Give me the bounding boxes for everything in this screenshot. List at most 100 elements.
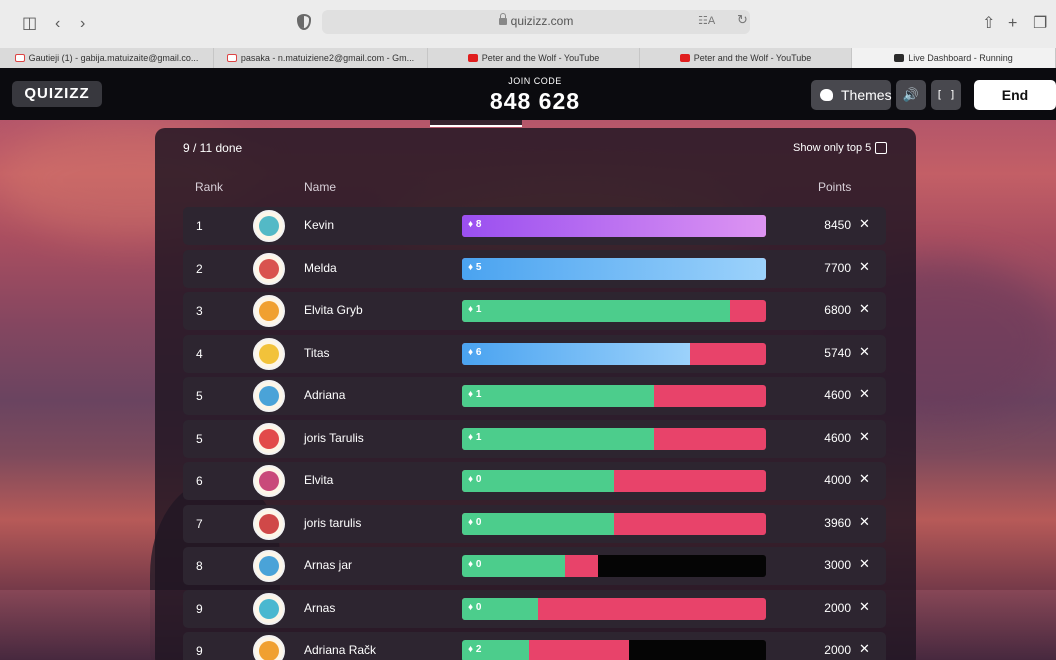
translate-icon[interactable]: ☷A (698, 14, 715, 27)
tab-live-dashboard[interactable]: Live Dashboard - Running (852, 48, 1056, 68)
tab-youtube-1[interactable]: Peter and the Wolf - YouTube (428, 48, 640, 68)
avatar-face (259, 514, 279, 534)
avatar (253, 423, 285, 455)
tab-overview-icon[interactable]: ❐ (1033, 14, 1047, 34)
avatar (253, 465, 285, 497)
tab-gmail-1[interactable]: Gautieji (1) - gabija.matuizaite@gmail.c… (0, 48, 214, 68)
avatar-face (259, 599, 279, 619)
points-header: Points (818, 180, 852, 194)
reload-icon[interactable]: ↻ (737, 12, 748, 28)
player-name: Elvita Gryb (304, 303, 363, 317)
player-name: Adriana Rač̌k (304, 643, 377, 657)
player-name: Adriana (304, 388, 346, 402)
points-value: 3960 (824, 516, 851, 530)
flame-icon: ♦ (468, 602, 476, 613)
leaderboard-row[interactable]: 1 Kevin ♦ 8 8450 ✕ (183, 207, 886, 245)
flame-icon: ♦ (468, 559, 476, 570)
points-value: 2000 (824, 643, 851, 657)
remove-player-icon[interactable]: ✕ (859, 259, 870, 275)
remove-player-icon[interactable]: ✕ (859, 599, 870, 615)
remove-player-icon[interactable]: ✕ (859, 386, 870, 402)
remove-player-icon[interactable]: ✕ (859, 556, 870, 572)
rank-value: 4 (196, 347, 203, 361)
points-value: 4600 (824, 431, 851, 445)
progress-bar: ♦ 6 (462, 343, 766, 365)
progress-bar: ♦ 1 (462, 300, 766, 322)
name-header: Name (304, 180, 337, 194)
avatar (253, 253, 285, 285)
new-tab-icon[interactable]: + (1008, 14, 1017, 34)
leaderboard-row[interactable]: 3 Elvita Gryb ♦ 1 6800 ✕ (183, 292, 886, 330)
sound-button[interactable]: 🔊 (896, 80, 926, 110)
streak-value: 0 (475, 474, 482, 485)
leaderboard-row[interactable]: 9 Adriana Rač̌k ♦ 2 2000 ✕ (183, 632, 886, 660)
avatar-face (259, 386, 279, 406)
gmail-icon (226, 54, 237, 62)
progress-bar: ♦ 5 (462, 258, 766, 280)
leaderboard-row[interactable]: 8 Arnas jar ♦ 0 3000 ✕ (183, 547, 886, 585)
leaderboard-row[interactable]: 2 Melda ♦ 5 7700 ✕ (183, 250, 886, 288)
player-name: joris Tarulis (304, 431, 364, 445)
top5-label: Show only top 5 (793, 142, 872, 154)
end-button[interactable]: End (974, 80, 1056, 110)
forward-icon[interactable]: › (80, 14, 85, 34)
avatar (253, 550, 285, 582)
tab-youtube-2[interactable]: Peter and the Wolf - YouTube (640, 48, 852, 68)
address-bar[interactable]: quizizz.com (322, 10, 750, 34)
remove-player-icon[interactable]: ✕ (859, 216, 870, 232)
leaderboard-row[interactable]: 4 Titas ♦ 6 5740 ✕ (183, 335, 886, 373)
rank-value: 8 (196, 559, 203, 573)
speaker-icon: 🔊 (902, 87, 920, 102)
rank-header: Rank (195, 180, 224, 194)
fullscreen-button[interactable]: [ ] (931, 80, 961, 110)
remove-player-icon[interactable]: ✕ (859, 514, 870, 530)
leaderboard-row[interactable]: 5 joris Tarulis ♦ 1 4600 ✕ (183, 420, 886, 458)
remove-player-icon[interactable]: ✕ (859, 301, 870, 317)
leaderboard-row[interactable]: 6 Elvita ♦ 0 4000 ✕ (183, 462, 886, 500)
streak-value: 1 (475, 304, 482, 315)
rank-value: 6 (196, 474, 203, 488)
top5-checkbox[interactable] (875, 142, 887, 154)
leaderboard-row[interactable]: 7 joris tarulis ♦ 0 3960 ✕ (183, 505, 886, 543)
tab-title: Gautieji (1) - gabija.matuizaite@gmail.c… (28, 53, 199, 63)
correct-fill (462, 513, 614, 535)
avatar-face (259, 259, 279, 279)
remove-player-icon[interactable]: ✕ (859, 429, 870, 445)
correct-fill (462, 343, 690, 365)
remove-player-icon[interactable]: ✕ (859, 344, 870, 360)
avatar-face (259, 471, 279, 491)
share-icon[interactable]: ⇧ (982, 14, 995, 34)
avatar (253, 210, 285, 242)
rank-value: 9 (196, 602, 203, 616)
progress-bar: ♦ 8 (462, 215, 766, 237)
remove-player-icon[interactable]: ✕ (859, 641, 870, 657)
avatar-face (259, 429, 279, 449)
avatar-face (259, 301, 279, 321)
back-icon[interactable]: ‹ (55, 14, 60, 34)
tab-gmail-2[interactable]: pasaka - n.matuiziene2@gmail.com - Gm... (214, 48, 428, 68)
streak-value: 5 (475, 262, 482, 273)
rank-value: 3 (196, 304, 203, 318)
tab-title: Live Dashboard - Running (908, 53, 1013, 63)
player-name: joris tarulis (304, 516, 362, 530)
streak-count: ♦ 5 (468, 262, 481, 273)
player-name: Arnas (304, 601, 336, 615)
rank-value: 9 (196, 644, 203, 658)
streak-count: ♦ 6 (468, 347, 481, 358)
flame-icon: ♦ (468, 432, 476, 443)
remove-player-icon[interactable]: ✕ (859, 471, 870, 487)
rank-value: 5 (196, 389, 203, 403)
tab-strip: Gautieji (1) - gabija.matuizaite@gmail.c… (0, 48, 1056, 68)
streak-value: 0 (475, 559, 482, 570)
player-name: Kevin (304, 218, 335, 232)
leaderboard-row[interactable]: 9 Arnas ♦ 0 2000 ✕ (183, 590, 886, 628)
leaderboard-row[interactable]: 5 Adriana ♦ 1 4600 ✕ (183, 377, 886, 415)
sidebar-toggle-icon[interactable]: ◫ (22, 14, 37, 34)
themes-button[interactable]: Themes (811, 80, 892, 110)
player-name: Titas (304, 346, 330, 360)
streak-value: 1 (475, 389, 482, 400)
privacy-shield-icon[interactable] (297, 14, 311, 30)
quizizz-logo[interactable]: QUIZIZZ (12, 81, 102, 107)
points-value: 4600 (824, 388, 851, 402)
avatar (253, 635, 285, 660)
